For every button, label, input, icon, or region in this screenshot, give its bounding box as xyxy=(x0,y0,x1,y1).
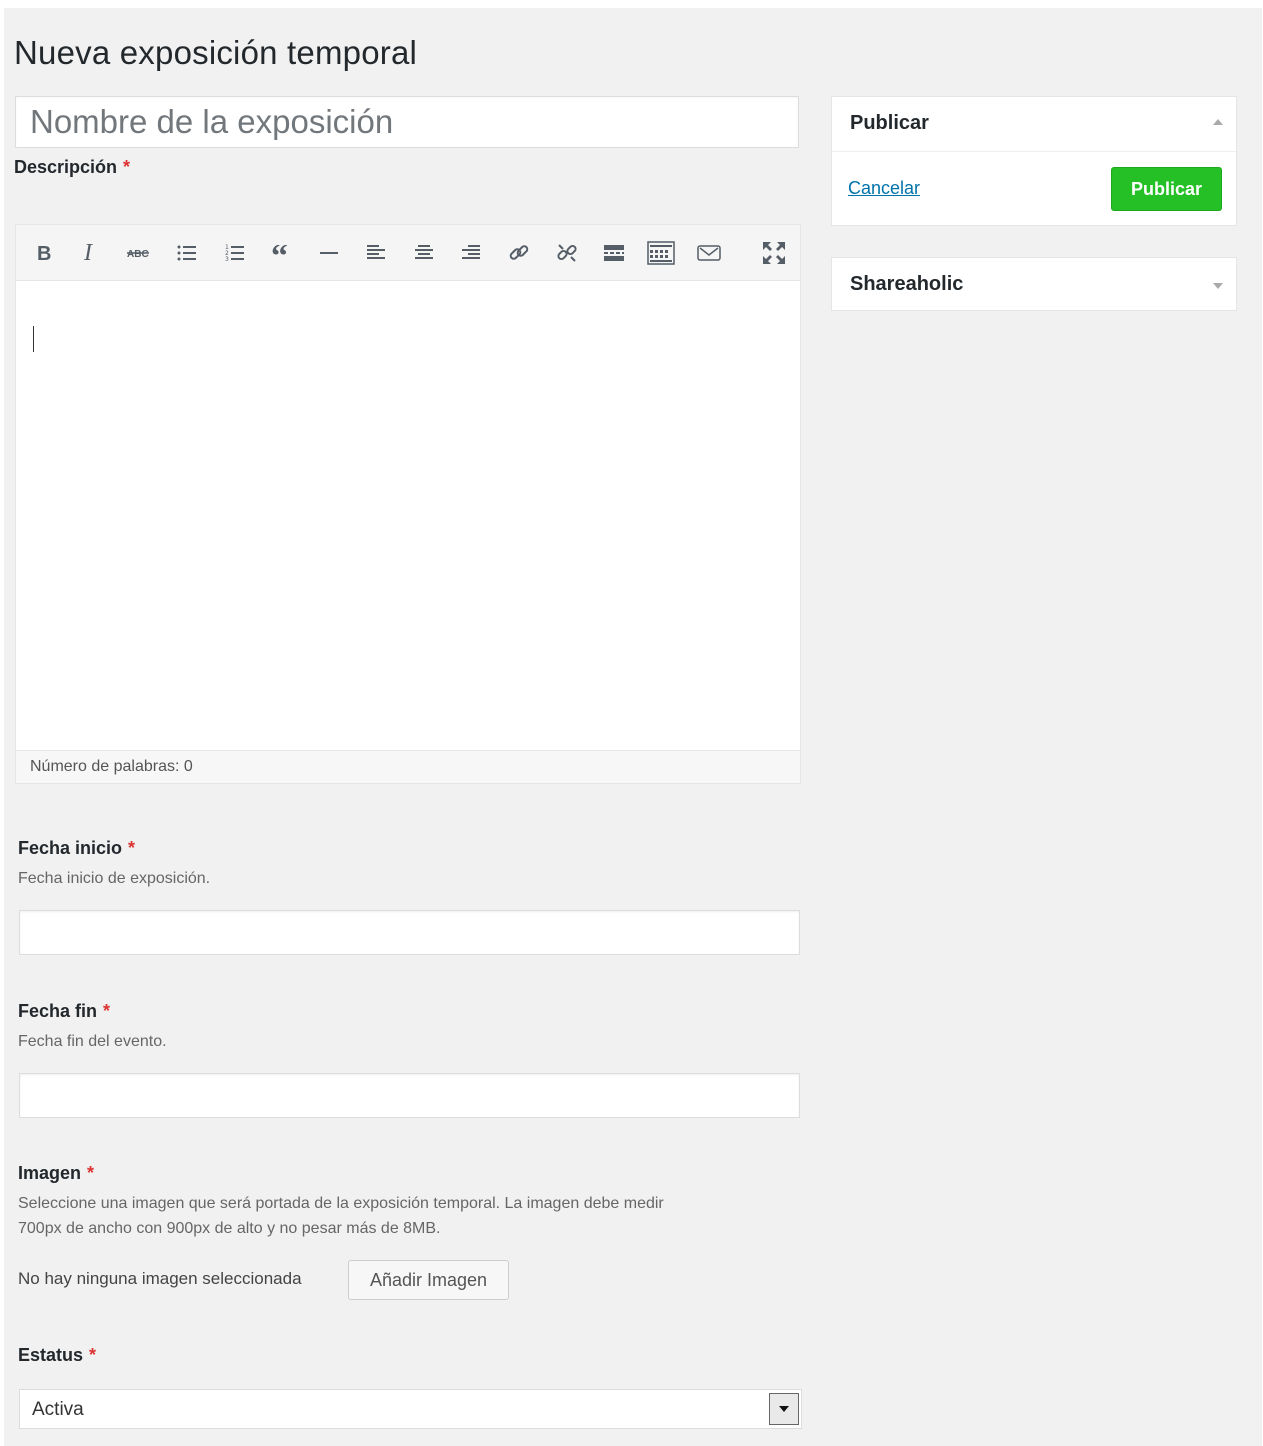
numbered-list-icon[interactable]: 123 xyxy=(219,237,251,269)
image-label-text: Imagen xyxy=(18,1163,82,1183)
required-mark: * xyxy=(123,157,131,177)
svg-text:“: “ xyxy=(271,245,288,261)
start-date-label-text: Fecha inicio xyxy=(18,838,123,858)
shareaholic-box-title: Shareaholic xyxy=(850,273,964,295)
word-count: Número de palabras: 0 xyxy=(16,750,800,783)
required-mark: * xyxy=(89,1345,97,1365)
blockquote-icon[interactable]: “ xyxy=(266,237,298,269)
svg-text:3: 3 xyxy=(225,256,229,262)
cancel-link[interactable]: Cancelar xyxy=(848,178,920,199)
horizontal-rule-icon[interactable] xyxy=(313,237,345,269)
read-more-icon[interactable] xyxy=(598,237,630,269)
publish-button[interactable]: Publicar xyxy=(1111,167,1222,211)
bullet-list-icon[interactable] xyxy=(171,237,203,269)
end-date-label: Fecha fin * xyxy=(18,1001,110,1022)
dropdown-arrow-icon[interactable] xyxy=(769,1393,799,1425)
align-left-icon[interactable] xyxy=(360,237,392,269)
svg-text:I: I xyxy=(83,242,93,264)
no-image-status: No hay ninguna imagen seleccionada xyxy=(18,1269,302,1288)
mail-icon[interactable] xyxy=(693,237,725,269)
svg-text:B: B xyxy=(37,243,51,263)
exhibition-name-input[interactable] xyxy=(15,96,799,148)
required-mark: * xyxy=(128,838,136,858)
publish-box-title: Publicar xyxy=(850,112,929,134)
status-selected-value: Activa xyxy=(32,1399,84,1420)
end-date-label-text: Fecha fin xyxy=(18,1001,98,1021)
start-date-label: Fecha inicio * xyxy=(18,838,135,859)
align-right-icon[interactable] xyxy=(455,237,487,269)
editor-toolbar: B I ABC 123 “ xyxy=(16,225,800,281)
toolbar-toggle-icon[interactable] xyxy=(645,237,677,269)
text-caret xyxy=(33,326,34,352)
align-center-icon[interactable] xyxy=(408,237,440,269)
description-label-text: Descripción xyxy=(14,157,118,177)
shareaholic-box[interactable]: Shareaholic xyxy=(831,257,1237,311)
status-label: Estatus * xyxy=(18,1345,96,1366)
required-mark: * xyxy=(87,1163,95,1183)
svg-text:ABC: ABC xyxy=(127,249,149,260)
bold-icon[interactable]: B xyxy=(28,237,60,269)
link-icon[interactable] xyxy=(503,237,535,269)
start-date-input[interactable] xyxy=(19,910,800,955)
status-select[interactable]: Activa xyxy=(19,1389,802,1429)
end-date-input[interactable] xyxy=(19,1073,800,1118)
required-mark: * xyxy=(103,1001,111,1021)
editor-content-area[interactable] xyxy=(16,281,800,751)
publish-box: Publicar Cancelar Publicar xyxy=(831,96,1237,226)
image-help-line-2: 700px de ancho con 900px de alto y no pe… xyxy=(18,1220,441,1237)
description-label: Descripción * xyxy=(14,157,130,178)
image-label: Imagen * xyxy=(18,1163,94,1184)
publish-box-header[interactable]: Publicar xyxy=(832,97,1236,152)
italic-icon[interactable]: I xyxy=(75,237,107,269)
add-image-button[interactable]: Añadir Imagen xyxy=(348,1260,509,1300)
strikethrough-icon[interactable]: ABC xyxy=(123,237,155,269)
fullscreen-icon[interactable] xyxy=(758,237,790,269)
end-date-help: Fecha fin del evento. xyxy=(18,1033,167,1050)
page-title: Nueva exposición temporal xyxy=(14,34,418,71)
status-label-text: Estatus xyxy=(18,1345,84,1365)
description-editor: B I ABC 123 “ xyxy=(15,224,801,784)
start-date-help: Fecha inicio de exposición. xyxy=(18,870,211,887)
image-help-line-1: Seleccione una imagen que será portada d… xyxy=(18,1195,664,1212)
unlink-icon[interactable] xyxy=(551,237,583,269)
